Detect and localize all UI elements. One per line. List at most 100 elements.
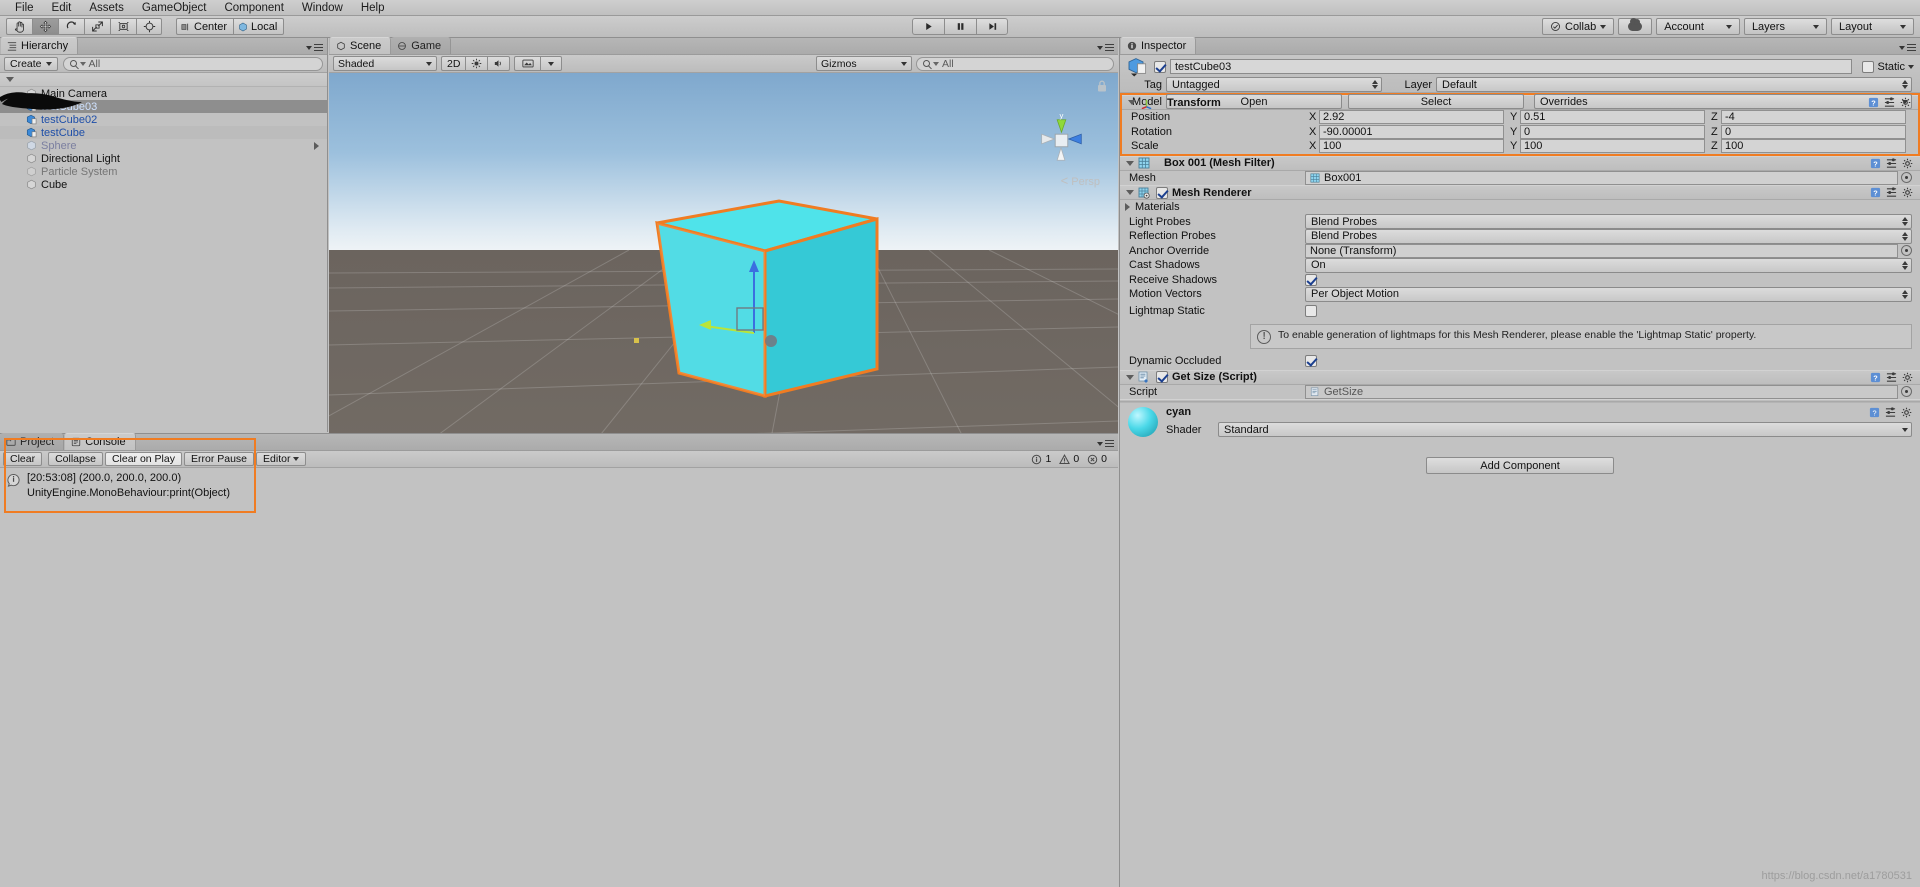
preset-icon[interactable] [1886, 187, 1897, 198]
dynamic-occluded-checkbox[interactable] [1305, 355, 1317, 367]
menu-item-file[interactable]: File [6, 0, 43, 16]
scene-tab-menu[interactable] [1097, 44, 1114, 51]
scene-search-input[interactable]: All [916, 56, 1114, 71]
static-checkbox[interactable] [1862, 60, 1875, 73]
scene-viewport[interactable]: y < Persp [329, 73, 1118, 449]
receive-shadows-checkbox[interactable] [1305, 273, 1317, 286]
scale-z-input[interactable]: 100 [1721, 139, 1906, 154]
pivot-mode-button[interactable]: Center [176, 18, 234, 35]
transform-tool-button[interactable] [136, 18, 162, 35]
hierarchy-tab-menu[interactable] [306, 44, 323, 51]
shading-mode-dropdown[interactable]: Shaded [333, 56, 437, 71]
add-component-button[interactable]: Add Component [1426, 457, 1614, 474]
reflection-probes-dropdown[interactable]: Blend Probes [1305, 228, 1912, 244]
play-button[interactable] [912, 18, 944, 35]
collapse-triangle-icon[interactable] [1126, 190, 1134, 195]
mesh-renderer-header[interactable]: Mesh Renderer ? [1120, 185, 1920, 200]
position-x-input[interactable]: 2.92 [1319, 110, 1504, 125]
gear-icon[interactable] [1902, 372, 1913, 383]
collapse-triangle-icon[interactable] [6, 77, 14, 82]
warning-count[interactable]: 0 [1059, 453, 1079, 465]
gear-icon[interactable] [1901, 407, 1912, 418]
preset-icon[interactable] [1885, 406, 1896, 418]
console-log-list[interactable]: [20:53:08] (200.0, 200.0, 200.0) UnityEn… [0, 468, 1118, 887]
mesh-picker-button[interactable] [1901, 172, 1912, 184]
gear-icon[interactable] [1902, 158, 1913, 169]
scale-x-input[interactable]: 100 [1319, 139, 1504, 154]
clear-on-play-button[interactable]: Clear on Play [104, 452, 182, 466]
anchor-picker-button[interactable] [1901, 245, 1912, 257]
move-gizmo[interactable] [699, 238, 809, 348]
mesh-renderer-enabled-checkbox[interactable] [1156, 186, 1168, 199]
list-item[interactable]: Main Camera [0, 87, 327, 100]
collapse-button[interactable]: Collapse [48, 452, 103, 466]
hierarchy-search-input[interactable]: All [62, 56, 323, 71]
console-tab-menu[interactable] [1097, 440, 1114, 447]
tab-inspector[interactable]: Inspector [1120, 37, 1197, 54]
create-button[interactable]: Create [4, 56, 58, 71]
cloud-button[interactable] [1618, 18, 1653, 35]
scale-y-input[interactable]: 100 [1520, 139, 1705, 154]
error-count[interactable]: 0 [1087, 453, 1107, 465]
collapse-triangle-icon[interactable] [1128, 100, 1136, 105]
gear-icon[interactable] [1902, 187, 1913, 198]
model-overrides-dropdown[interactable]: Overrides [1534, 94, 1912, 109]
scene-view-gizmo[interactable]: y [1032, 111, 1090, 169]
collapse-triangle-icon[interactable] [1126, 374, 1134, 380]
tag-dropdown[interactable]: Untagged [1166, 77, 1382, 92]
cast-shadows-dropdown[interactable]: On [1305, 257, 1912, 273]
shader-dropdown[interactable]: Standard [1218, 422, 1912, 437]
tab-scene[interactable]: Scene [329, 37, 392, 54]
expand-triangle-icon[interactable] [314, 141, 319, 150]
list-item[interactable]: testCube [0, 126, 327, 139]
step-button[interactable] [976, 18, 1008, 35]
script-picker-button[interactable] [1901, 386, 1912, 398]
tab-console[interactable]: Console [64, 433, 136, 450]
expand-triangle-icon[interactable] [1125, 203, 1130, 212]
list-item[interactable]: Cube [0, 178, 327, 191]
preset-icon[interactable] [1886, 371, 1897, 383]
layout-button[interactable]: Layout [1830, 18, 1914, 35]
layer-dropdown[interactable]: Default [1436, 77, 1912, 92]
account-button[interactable]: Account [1656, 18, 1740, 35]
object-name-input[interactable]: testCube03 [1170, 59, 1853, 74]
static-toggle[interactable]: Static [1862, 60, 1914, 73]
light-probes-dropdown[interactable]: Blend Probes [1305, 214, 1912, 230]
pause-button[interactable] [944, 18, 976, 35]
scale-tool-button[interactable] [84, 18, 110, 35]
script-header[interactable]: Get Size (Script) ? [1120, 369, 1920, 385]
effects-button[interactable] [514, 56, 541, 71]
help-icon[interactable]: ? [1870, 372, 1881, 383]
editor-dropdown-button[interactable]: Editor [256, 452, 307, 466]
menu-item-edit[interactable]: Edit [43, 0, 81, 16]
collapse-triangle-icon[interactable] [1126, 160, 1134, 166]
space-mode-button[interactable]: Local [233, 18, 285, 35]
preset-icon[interactable] [1884, 97, 1895, 108]
list-item[interactable]: Sphere [0, 139, 327, 152]
object-enabled-checkbox[interactable] [1154, 60, 1166, 73]
mesh-filter-header[interactable]: Box 001 (Mesh Filter) ? [1120, 155, 1920, 171]
effects-dropdown[interactable] [540, 56, 563, 71]
list-item[interactable]: Particle System [0, 165, 327, 178]
help-icon[interactable]: ? [1870, 187, 1881, 198]
menu-item-component[interactable]: Component [215, 0, 292, 16]
anchor-override-field[interactable]: None (Transform) [1305, 243, 1898, 258]
tab-game[interactable]: Game [391, 37, 452, 54]
toggle-2d-button[interactable]: 2D [441, 56, 466, 71]
tab-hierarchy[interactable]: Hierarchy [0, 37, 79, 54]
inspector-tab-menu[interactable] [1899, 44, 1916, 51]
move-tool-button[interactable] [32, 18, 58, 35]
mesh-object-field[interactable]: Box001 [1305, 170, 1898, 185]
menu-item-help[interactable]: Help [352, 0, 394, 16]
toggle-audio-button[interactable] [487, 56, 511, 71]
collab-button[interactable]: Collab [1542, 18, 1615, 35]
tab-project[interactable]: Project [0, 433, 65, 450]
model-select-button[interactable]: Select [1348, 94, 1524, 109]
preset-icon[interactable] [1886, 157, 1897, 169]
gear-icon[interactable] [1900, 97, 1911, 108]
list-item[interactable]: testCube03 [0, 100, 327, 113]
rotate-tool-button[interactable] [58, 18, 84, 35]
position-z-input[interactable]: -4 [1721, 110, 1906, 125]
rotation-y-input[interactable]: 0 [1520, 124, 1705, 139]
list-item[interactable]: testCube02 [0, 113, 327, 126]
